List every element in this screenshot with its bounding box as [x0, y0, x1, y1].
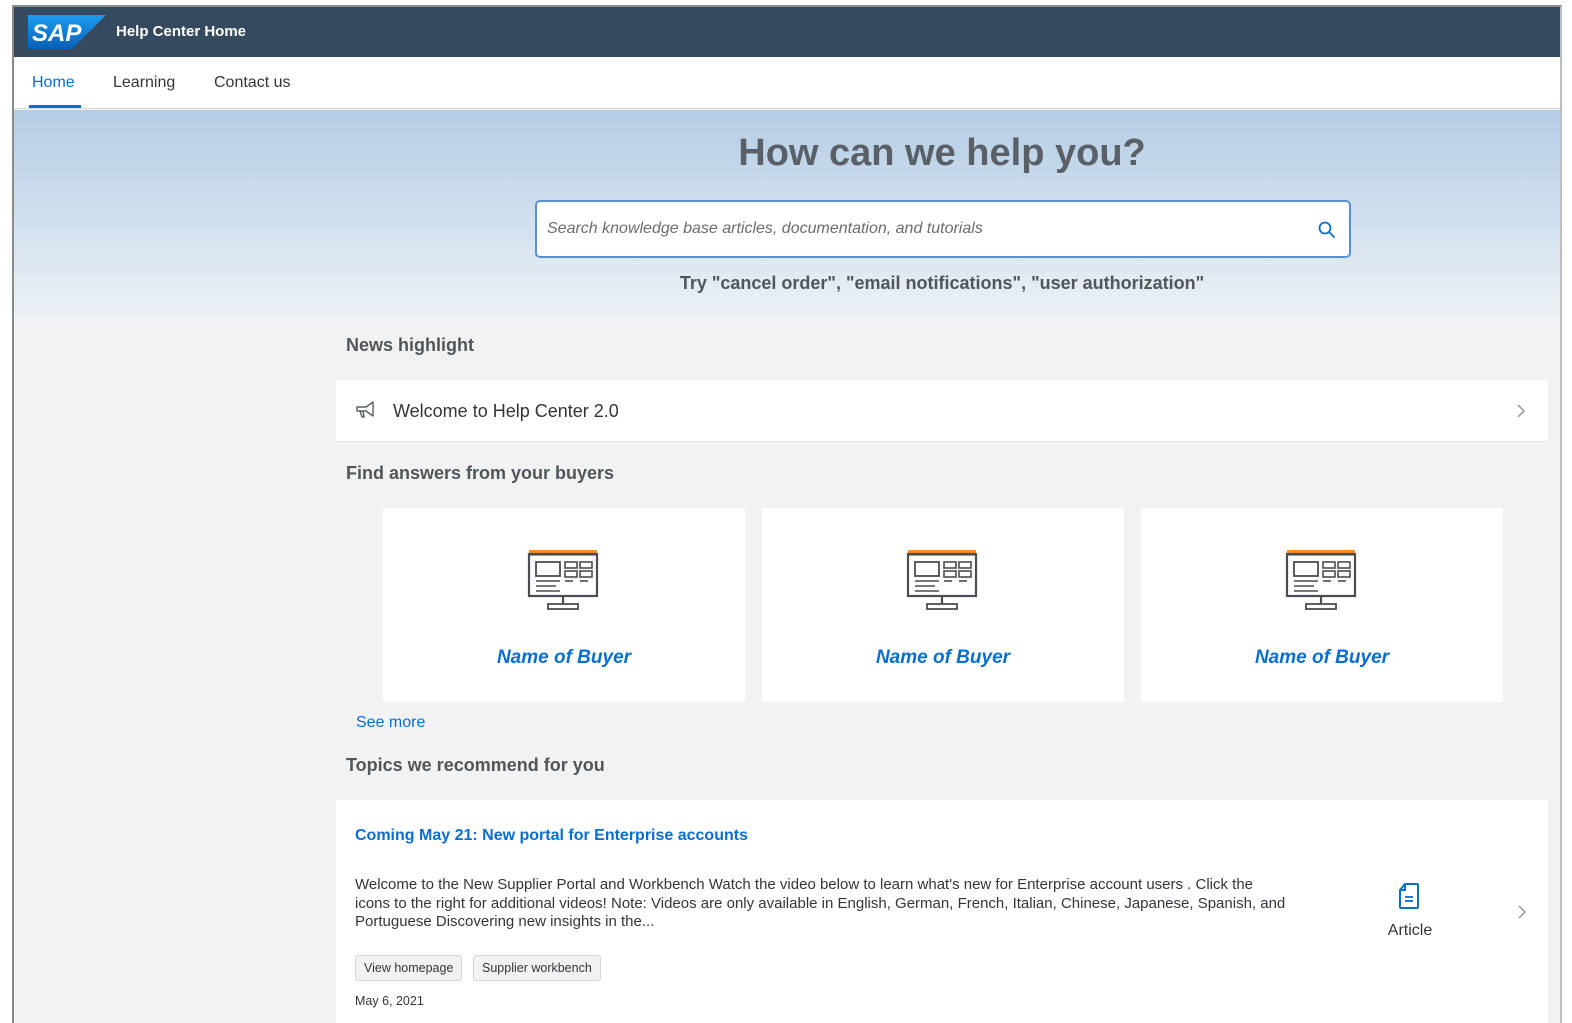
topics-heading: Topics we recommend for you	[346, 755, 605, 775]
sap-logo[interactable]: SAP	[28, 15, 106, 49]
search-suggestions: Try "cancel order", "email notifications…	[679, 273, 1205, 293]
buyer-card[interactable]: Name of Buyer	[1141, 508, 1503, 702]
search-input[interactable]	[547, 215, 1307, 243]
tab-learning[interactable]: Learning	[113, 74, 175, 92]
sap-logo-text: SAP	[32, 20, 82, 47]
buyers-heading: Find answers from your buyers	[346, 463, 615, 483]
active-tab-indicator	[29, 105, 81, 108]
tag-view-homepage[interactable]: View homepage	[355, 955, 463, 981]
see-more-link[interactable]: See more	[356, 714, 425, 732]
search-icon[interactable]	[1317, 220, 1337, 240]
topic-card[interactable]: Coming May 21: New portal for Enterprise…	[336, 800, 1548, 1023]
buyer-card[interactable]: Name of Buyer	[383, 508, 745, 702]
megaphone-icon	[356, 401, 374, 418]
tab-home[interactable]: Home	[32, 74, 75, 92]
content-type-label: Article	[1387, 922, 1433, 939]
buyer-name: Name of Buyer	[496, 647, 632, 668]
article-icon[interactable]	[1398, 882, 1420, 910]
topic-summary: Welcome to the New Supplier Portal and W…	[355, 876, 1286, 930]
news-item-text: Welcome to Help Center 2.0	[393, 401, 619, 421]
tab-bar: Home Learning Contact us	[14, 57, 1560, 109]
news-item[interactable]: Welcome to Help Center 2.0	[336, 380, 1548, 442]
chevron-right-icon[interactable]	[1517, 904, 1527, 920]
topic-date: May 6, 2021	[355, 994, 424, 1008]
buyer-name: Name of Buyer	[875, 647, 1011, 668]
shell-title: Help Center Home	[116, 23, 247, 40]
chevron-right-icon	[1517, 404, 1525, 418]
hero-banner: How can we help you? Try "cancel order",…	[14, 110, 1560, 322]
monitor-icon	[906, 550, 978, 610]
tag-supplier-workbench[interactable]: Supplier workbench	[473, 955, 601, 981]
hero-title: How can we help you?	[738, 132, 1146, 174]
app-window: SAP Help Center Home Home Learning Conta…	[12, 5, 1562, 1023]
monitor-icon	[1285, 550, 1357, 610]
topic-title[interactable]: Coming May 21: New portal for Enterprise…	[355, 827, 748, 845]
buyer-name: Name of Buyer	[1254, 647, 1390, 668]
tab-contact-us[interactable]: Contact us	[214, 74, 290, 92]
buyer-card[interactable]: Name of Buyer	[762, 508, 1124, 702]
search-box	[535, 200, 1351, 258]
shell-header: SAP Help Center Home	[14, 7, 1560, 57]
news-heading: News highlight	[346, 335, 474, 355]
monitor-icon	[527, 550, 599, 610]
